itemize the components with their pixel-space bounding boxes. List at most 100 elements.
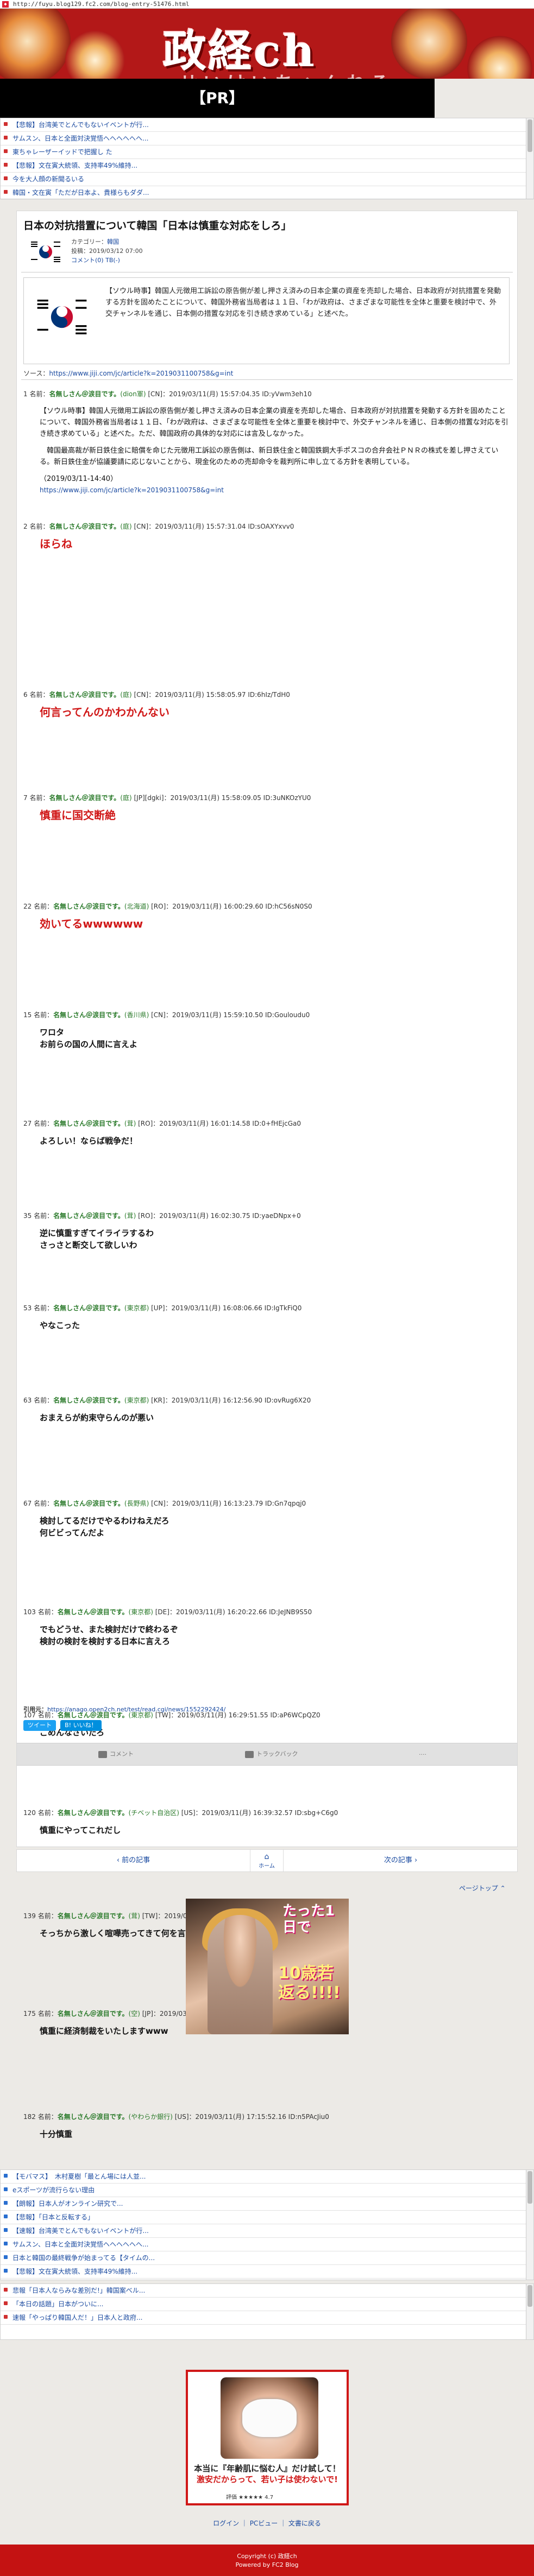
response-body: 逆に慎重すぎてイライラするわ さっさと断交して欲しいわ [40, 1227, 510, 1251]
list-item[interactable]: 速報「やっぱり韓国人だ！」日本人と政府... [1, 2311, 533, 2325]
response-number: 182 [23, 2113, 36, 2121]
response-line: よろしい！ならば戦争だ！ [40, 1136, 138, 1146]
response-body: ごめんなさいだろ [40, 1727, 510, 1739]
address-url[interactable]: http://fuyu.blog129.fc2.com/blog-entry-5… [13, 1, 190, 8]
list-item[interactable]: 【速報】台湾美でとんでもないイベントが行... [1, 2224, 533, 2238]
response-body: ワロタ お前らの国の人間に言えよ [40, 1026, 510, 1050]
footer-links[interactable]: ログイン ｜ PCビュー ｜ 文書に戻る [0, 2518, 534, 2528]
site-header[interactable]: 政経ch せいけいちゃんねる [0, 9, 534, 79]
response-line: でもどうせ、また検討だけで終わるぞ [40, 1625, 178, 1634]
source-link[interactable]: https://www.jiji.com/jc/article?k=201903… [49, 370, 233, 377]
response-time: 2019/03/11(月) 16:20:22.66 ID:JeJNB9S50 [175, 1608, 312, 1616]
response-name: 名無しさん＠涙目です。 [53, 1120, 124, 1127]
response-number: 53 [23, 1304, 32, 1312]
response-body: よろしい！ならば戦争だ！ [40, 1135, 510, 1147]
response-time: 2019/03/11(月) 15:58:05.97 ID:6hIz/TdH0 [155, 691, 290, 699]
ad-copy-line: 本当に『年齢肌に悩む人』だけ試して！ [194, 2464, 341, 2473]
response-body: 何言ってんのかわかんない [40, 706, 510, 718]
list-item[interactable]: 韓国・文在寅「ただが日本よ、貴様らもダダ... [1, 186, 533, 200]
reference-link[interactable]: https://anago.open2ch.net/test/read.cgi/… [47, 1706, 225, 1713]
home-button[interactable]: ⌂ ホーム [250, 1850, 283, 1871]
list-item[interactable]: eスポーツが流行らない理由 [1, 2184, 533, 2197]
response-location: (茸) [128, 1912, 140, 1920]
comment-icon [98, 1750, 107, 1758]
trackback-tool-label: トラックバック [256, 1750, 298, 1757]
comment-count-link[interactable]: コメント(0) [71, 257, 104, 264]
source-line: ソース：https://www.jiji.com/jc/article?k=20… [23, 369, 233, 378]
list-item[interactable]: サムスン、日本と全面対決覚悟ヘヘヘヘヘヘ... [1, 2238, 533, 2251]
prev-article-button[interactable]: ‹ 前の記事 [17, 1850, 250, 1871]
hatena-button[interactable]: B! いいね！ [60, 1720, 102, 1731]
response-tag: [RO] [151, 903, 166, 910]
response-header: 2 名前：名無しさん＠涙目です。(庭) [CN]：2019/03/11(月) 1… [23, 523, 294, 530]
article-tools: コメント トラックバック .... [17, 1743, 517, 1766]
response-name: 名無しさん＠涙目です。 [53, 903, 124, 910]
response-location: (茸) [124, 1120, 136, 1127]
response-name: 名無しさん＠涙目です。 [53, 1304, 124, 1312]
response-location: (庭) [120, 523, 132, 530]
scrollbar-thumb[interactable] [527, 2171, 532, 2204]
response-name: 名無しさん＠涙目です。 [57, 1809, 129, 1817]
scrollbar-thumb[interactable] [527, 119, 532, 152]
response-line: 十分慎重 [40, 2129, 73, 2139]
pager: ‹ 前の記事 ⌂ ホーム 次の記事 › [16, 1849, 518, 1872]
korea-flag-icon [30, 294, 94, 340]
response-post: 35 名前：名無しさん＠涙目です。(茸) [RO]：2019/03/11(月) … [23, 1211, 510, 1251]
response-time: 2019/03/11(月) 16:08:06.66 ID:IgTkFiQ0 [171, 1304, 302, 1312]
advertisement-banner[interactable]: 本当に『年齢肌に悩む人』だけ試して！ 激安だからって、若い子は使わないで! 評価… [186, 2370, 349, 2505]
response-name: 名無しさん＠涙目です。 [53, 1500, 124, 1507]
list-item[interactable]: 悲報「日本人ならみな差別だ!」韓国案べル... [1, 2284, 533, 2298]
trackback-tool[interactable]: トラックバック [245, 1749, 298, 1758]
category-link[interactable]: 韓国 [107, 238, 119, 245]
list-item[interactable]: サムスン、日本と全面対決覚悟ヘヘヘヘヘヘ... [1, 132, 533, 145]
list-item[interactable]: 今を大人顔の新聞るいる [1, 173, 533, 186]
list-item[interactable]: 【悲報】「日本と反転する」 [1, 2211, 533, 2224]
response-time: 2019/03/11(月) 16:00:29.60 ID:hC56sN0S0 [172, 903, 312, 910]
advertisement-banner[interactable]: たった1日で 10歳若返る!!!! [186, 1899, 349, 2034]
list-item[interactable]: 東ちゃレーザーイッドで把握し た [1, 145, 533, 159]
address-bar[interactable]: ◆ http://fuyu.blog129.fc2.com/blog-entry… [0, 0, 534, 9]
response-number: 22 [23, 903, 32, 910]
response-number: 1 [23, 390, 28, 398]
powered-by-text[interactable]: Powered by FC2 Blog [0, 2561, 534, 2569]
response-line: ごめんなさいだろ [40, 1728, 105, 1737]
article-info: カテゴリー：韓国 投稿：2019/03/12 07:00 コメント(0) TB(… [71, 237, 143, 265]
response-header: 182 名前：名無しさん＠涙目です。(やわらか銀行) [US]：2019/03/… [23, 2113, 329, 2121]
site-footer: Copyright (c) 政経ch Powered by FC2 Blog [0, 2545, 534, 2576]
response-post: 53 名前：名無しさん＠涙目です。(東京都) [UP]：2019/03/11(月… [23, 1303, 510, 1331]
response-line: 検討してるだけでやるわけねえだろ [40, 1516, 169, 1526]
list-item[interactable]: 日本と韓国の最終戦争が始まってる【タイムの... [1, 2251, 533, 2265]
scrollbar[interactable] [526, 2170, 533, 2280]
more-tool[interactable]: .... [419, 1749, 426, 1756]
response-header: 27 名前：名無しさん＠涙目です。(茸) [RO]：2019/03/11(月) … [23, 1120, 301, 1127]
response-number: 2 [23, 523, 28, 530]
ad-rating: 評価 ★★★★★ 4.7 [226, 2495, 274, 2501]
response-body: 十分慎重 [40, 2128, 510, 2140]
response-number: 35 [23, 1212, 32, 1220]
related-links-middle: 【モバマス】 木村夏樹「最とん場には人並... eスポーツが流行らない理由 【朗… [0, 2169, 534, 2280]
list-item[interactable]: 「本日の話題」日本がついに... [1, 2298, 533, 2311]
post-link[interactable]: https://www.jiji.com/jc/article?k=201903… [40, 486, 224, 494]
response-number: 63 [23, 1397, 32, 1404]
next-label: 次の記事 [384, 1856, 412, 1864]
list-item[interactable]: 【悲報】文在寅大統領、支持率49%維持... [1, 159, 533, 173]
list-item[interactable]: 【悲報】台湾美でとんでもないイベントが行... [1, 118, 533, 132]
scrollbar[interactable] [526, 2284, 533, 2339]
page-top-link[interactable]: ページトップ ⌃ [459, 1883, 506, 1893]
comment-tool[interactable]: コメント [98, 1749, 134, 1758]
list-item[interactable]: 【朗報】日本人がオンライン研究で... [1, 2197, 533, 2211]
page-top-label: ページトップ [459, 1885, 498, 1892]
response-line: やなこった [40, 1321, 80, 1330]
scrollbar-thumb[interactable] [527, 2285, 532, 2307]
scrollbar[interactable] [526, 118, 533, 199]
list-item[interactable]: 【悲報】文在寅大統領、支持率49%維持... [1, 2265, 533, 2279]
response-location: (庭) [120, 691, 132, 699]
trackback-link[interactable]: TB(-) [105, 257, 120, 264]
response-tag: [KR] [151, 1397, 165, 1404]
response-tag: [US] [174, 2113, 189, 2121]
tweet-button[interactable]: ツイート [23, 1720, 56, 1731]
list-item[interactable]: 【モバマス】 木村夏樹「最とん場には人並... [1, 2170, 533, 2184]
response-location: (チベット自治区) [128, 1809, 179, 1817]
response-number: 139 [23, 1912, 36, 1920]
next-article-button[interactable]: 次の記事 › [283, 1850, 518, 1871]
